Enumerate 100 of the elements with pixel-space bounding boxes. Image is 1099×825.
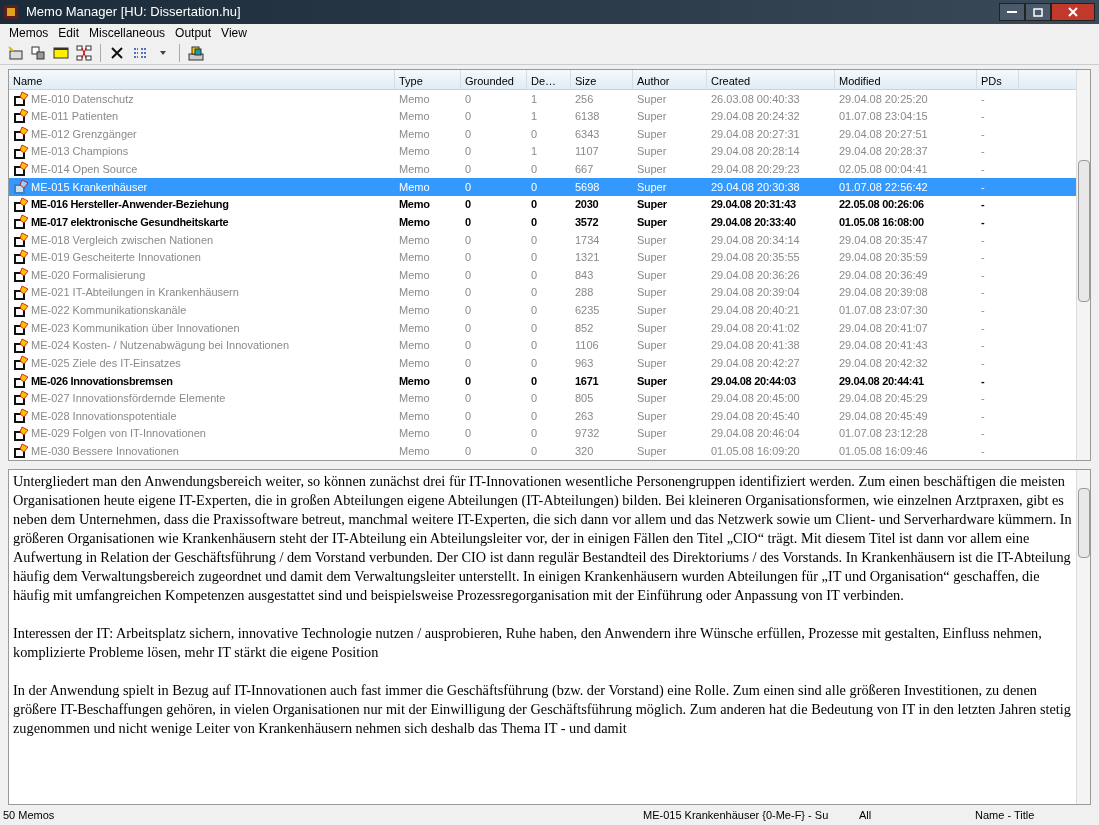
memo-paragraph: Untergliedert man den Anwendungsbereich weiter, so können zunächst drei für IT-Innovationen wesentliche Personengruppen identifiziert werden. Zum einen beschäftigen die meisten Organisationen heute eigene IT-Experten, die in großen Abteilungen eigene Abteilungen (IT-Abteilungen) bilden. Bei kleineren Organisationsformen, wie einzelnen Arztpraxen, gibt es neben dem Unternehmen, dass die Praxissoftware betreut, manchmal weitere IT-Experten, die sich dann vor allem und das Netzwerk sowie um Client- und Serverhardware kümmern. In größeren Organisationen wie Krankenhäusern steht der IT-Abteilung ein Abteilungsleiter vor, der in einigen Fällen den Titel „CIO“ trägt. Mit diesem Titel ist dann vor allem eine Aufwertung in Relation der Geschäftsführung / dem Vorstand verbunden. Der CIO ist dann regulär Bestandteil des Direktoriums / des Vorstands. In Krankenhäusern ist die IT-Abteilung häufig dem Verwaltungsbereich zugeordnet und damit dem Verwaltungsleiter unterstellt. In einigen Krankenhäusern wurden Abteilungen für „IT und Organisation“ geschaffen, die häufig mit umfangreichen Kompetenzen ausgestattet sind und beispielsweise Prozessregorganisation mit der Einführung oder Anpassung von IT verbinden. (13, 472, 1072, 605)
table-cell-text: 1 (531, 91, 538, 107)
table-cell-text: 0 (531, 126, 538, 142)
table-cell-text: 01.07.08 22:56:42 (839, 179, 928, 195)
table-row[interactable]: ME-017 elektronische Gesundheitskarte Memo 0 0 3572 Super 29.04.08 20:33:40 01.05.08 16:08:00 - (9, 213, 1076, 231)
table-cell-text: Memo (399, 197, 430, 213)
table-cell-text: 0 (465, 179, 472, 195)
scroll-thumb[interactable] (1077, 160, 1090, 302)
table-cell-text: 0 (531, 197, 537, 213)
table-cell-text: 29.04.08 20:44:03 (711, 373, 796, 389)
column-header[interactable]: De… (527, 70, 571, 89)
column-header[interactable]: Size (571, 70, 633, 89)
table-cell-text: - (981, 444, 985, 460)
table-cell-text: Memo (399, 320, 430, 336)
table-cell-text: Super (637, 179, 667, 195)
table-cell-text: Super (637, 162, 667, 178)
memo-icon (13, 108, 29, 125)
text-scrollbar[interactable] (1076, 470, 1090, 804)
table-cell-text: Super (637, 144, 667, 160)
column-header[interactable]: Type (395, 70, 461, 89)
table-cell-text: 0 (465, 355, 472, 371)
table-row[interactable]: ME-026 Innovationsbremsen Memo 0 0 1671 Super 29.04.08 20:44:03 29.04.08 20:44:41 - (9, 372, 1076, 390)
table-row[interactable]: ME-025 Ziele des IT-Einsatzes Memo 0 0 963 Super 29.04.08 20:42:27 29.04.08 20:42:32 - (9, 354, 1076, 372)
table-cell-text: 963 (575, 355, 594, 371)
table-cell-text: Super (637, 267, 667, 283)
table-cell-text: 29.04.08 20:46:04 (711, 426, 800, 442)
table-cell-text: 9732 (575, 426, 600, 442)
table-cell-text: 0 (531, 303, 538, 319)
table-cell-text: 01.05.08 16:09:46 (839, 444, 928, 460)
table-cell-text: 29.04.08 20:35:55 (711, 250, 800, 266)
table-row[interactable]: ME-020 Formalisierung Memo 0 0 843 Super 29.04.08 20:36:26 29.04.08 20:36:49 - (9, 266, 1076, 284)
maximize-icon (1033, 7, 1043, 17)
column-header[interactable]: Grounded (461, 70, 527, 89)
table-cell-text: 29.04.08 20:40:21 (711, 303, 800, 319)
table-row[interactable]: ME-016 Hersteller-Anwender-Beziehung Memo 0 0 2030 Super 29.04.08 20:31:43 22.05.08 00:26:06 - (9, 195, 1076, 214)
table-cell-text: Super (637, 444, 667, 460)
maximize-button[interactable] (1025, 3, 1051, 21)
memo-name: ME-028 Innovationspotentiale (31, 408, 177, 424)
table-cell-text: 29.04.08 20:29:23 (711, 162, 800, 178)
memo-icon (13, 90, 29, 107)
table-row[interactable]: ME-018 Vergleich zwischen Nationen Memo 0 0 1734 Super 29.04.08 20:34:14 29.04.08 20:35:47 - (9, 231, 1076, 249)
table-row[interactable]: ME-027 Innovationsfördernde Elemente Memo 0 0 805 Super 29.04.08 20:45:00 29.04.08 20:45:29 - (9, 389, 1076, 408)
memo-name: ME-013 Champions (31, 144, 129, 160)
table-cell-text: 0 (531, 444, 538, 460)
close-button[interactable] (1051, 3, 1095, 21)
table-row[interactable]: ME-015 Krankenhäuser Memo 0 0 5698 Super 29.04.08 20:30:38 01.07.08 22:56:42 - (9, 178, 1076, 196)
table-cell-text: 0 (465, 214, 471, 230)
column-header[interactable]: Modified (835, 70, 977, 89)
app-icon (4, 5, 18, 19)
table-row[interactable]: ME-010 Datenschutz Memo 0 1 256 Super 26.03.08 00:40:33 29.04.08 20:25:20 - (9, 90, 1076, 108)
table-cell-text: 1734 (575, 232, 600, 248)
table-row[interactable]: ME-014 Open Source Memo 0 0 667 Super 29.04.08 20:29:23 02.05.08 00:04:41 - (9, 160, 1076, 179)
column-header[interactable]: Author (633, 70, 707, 89)
text-scroll-thumb[interactable] (1077, 488, 1090, 558)
table-row[interactable]: ME-024 Kosten- / Nutzenabwägung bei Innovationen Memo 0 0 1106 Super 29.04.08 20:41:38 29.04.08 20:41:43 - (9, 336, 1076, 355)
minimize-button[interactable] (999, 3, 1025, 21)
menu-item[interactable]: Edit (53, 23, 85, 42)
menu-item[interactable]: Miscellaneous (84, 23, 171, 42)
table-row[interactable]: ME-019 Gescheiterte Innovationen Memo 0 0 1321 Super 29.04.08 20:35:55 29.04.08 20:35:59 - (9, 248, 1076, 267)
table-cell-text: 01.07.08 23:07:30 (839, 303, 928, 319)
memo-name: ME-022 Kommunikationskanäle (31, 303, 187, 319)
scrollbar[interactable] (1076, 70, 1090, 460)
table-cell-text: 2030 (575, 197, 599, 213)
table-row[interactable]: ME-022 Kommunikationskanäle Memo 0 0 6235 Super 29.04.08 20:40:21 01.07.08 23:07:30 - (9, 301, 1076, 320)
table-cell-text: 01.07.08 23:12:28 (839, 426, 928, 442)
column-header[interactable]: Name (9, 70, 395, 89)
table-cell-text: 22.05.08 00:26:06 (839, 197, 924, 213)
table-cell-text: 288 (575, 285, 594, 301)
table-cell-text: - (981, 91, 985, 107)
column-header[interactable]: PDs (977, 70, 1019, 89)
table-cell-text: 805 (575, 391, 594, 407)
table-cell-text: 29.04.08 20:45:40 (711, 408, 800, 424)
table-row[interactable]: ME-013 Champions Memo 0 1 1107 Super 29.04.08 20:28:14 29.04.08 20:28:37 - (9, 142, 1076, 161)
table-row[interactable]: ME-012 Grenzgänger Memo 0 0 6343 Super 29.04.08 20:27:31 29.04.08 20:27:51 - (9, 125, 1076, 143)
memo-paragraph: In der Anwendung spielt in Bezug auf IT-Innovationen auch fast immer die Geschäftsführung (bzw. der Vorstand) eine Rolle. Zum einen sind alle größeren Investitionen, zu denen größere IT-Beschaffungen gehören, in vielen Organisationen nur mit der Einwilligung der Geschäftsführung möglich. Zum anderen hat die Bedeutung von IT in den letzten Jahren stetig zugenommen und nicht wenige Leiter von Krankenhäusern nehmen sich deshalb das Thema IT - und damit (13, 681, 1072, 738)
table-row[interactable]: ME-021 IT-Abteilungen in Krankenhäusern Memo 0 0 288 Super 29.04.08 20:39:04 29.04.08 20:39:08 - (9, 283, 1076, 302)
menu-item[interactable]: View (216, 23, 252, 42)
table-cell-text: 29.04.08 20:42:32 (839, 355, 928, 371)
table-cell-text: - (981, 144, 985, 160)
menu-item[interactable]: Output (170, 23, 217, 42)
network-icon[interactable] (73, 42, 95, 63)
table-cell-text: 1 (531, 144, 538, 160)
table-cell-text: 29.04.08 20:45:00 (711, 391, 800, 407)
table-cell-text: 01.05.08 16:09:20 (711, 444, 800, 460)
table-cell-text: 0 (531, 162, 538, 178)
table-row[interactable]: ME-029 Folgen von IT-Innovationen Memo 0 0 9732 Super 29.04.08 20:46:04 01.07.08 23:12:28 - (9, 424, 1076, 443)
table-cell-text: 0 (531, 179, 538, 195)
column-header[interactable]: Created (707, 70, 835, 89)
memo-icon (13, 372, 29, 389)
table-row[interactable]: ME-030 Bessere Innovationen Memo 0 0 320 Super 01.05.08 16:09:20 01.05.08 16:09:46 - (9, 442, 1076, 461)
table-row[interactable]: ME-028 Innovationspotentiale Memo 0 0 263 Super 29.04.08 20:45:40 29.04.08 20:45:49 - (9, 407, 1076, 425)
table-cell-text: 29.04.08 20:30:38 (711, 179, 800, 195)
table-cell-text: 0 (531, 214, 537, 230)
table-cell-text: Memo (399, 426, 430, 442)
table-cell-text: - (981, 214, 985, 230)
menu-item[interactable]: Memos (4, 23, 54, 42)
status-text: All (858, 807, 873, 823)
table-row[interactable]: ME-011 Patienten Memo 0 1 6138 Super 29.04.08 20:24:32 01.07.08 23:04:15 - (9, 107, 1076, 126)
table-cell-text: 0 (465, 109, 472, 125)
table-row[interactable]: ME-023 Kommunikation über Innovationen Memo 0 0 852 Super 29.04.08 20:41:02 29.04.08 20:41:07 - (9, 319, 1076, 337)
